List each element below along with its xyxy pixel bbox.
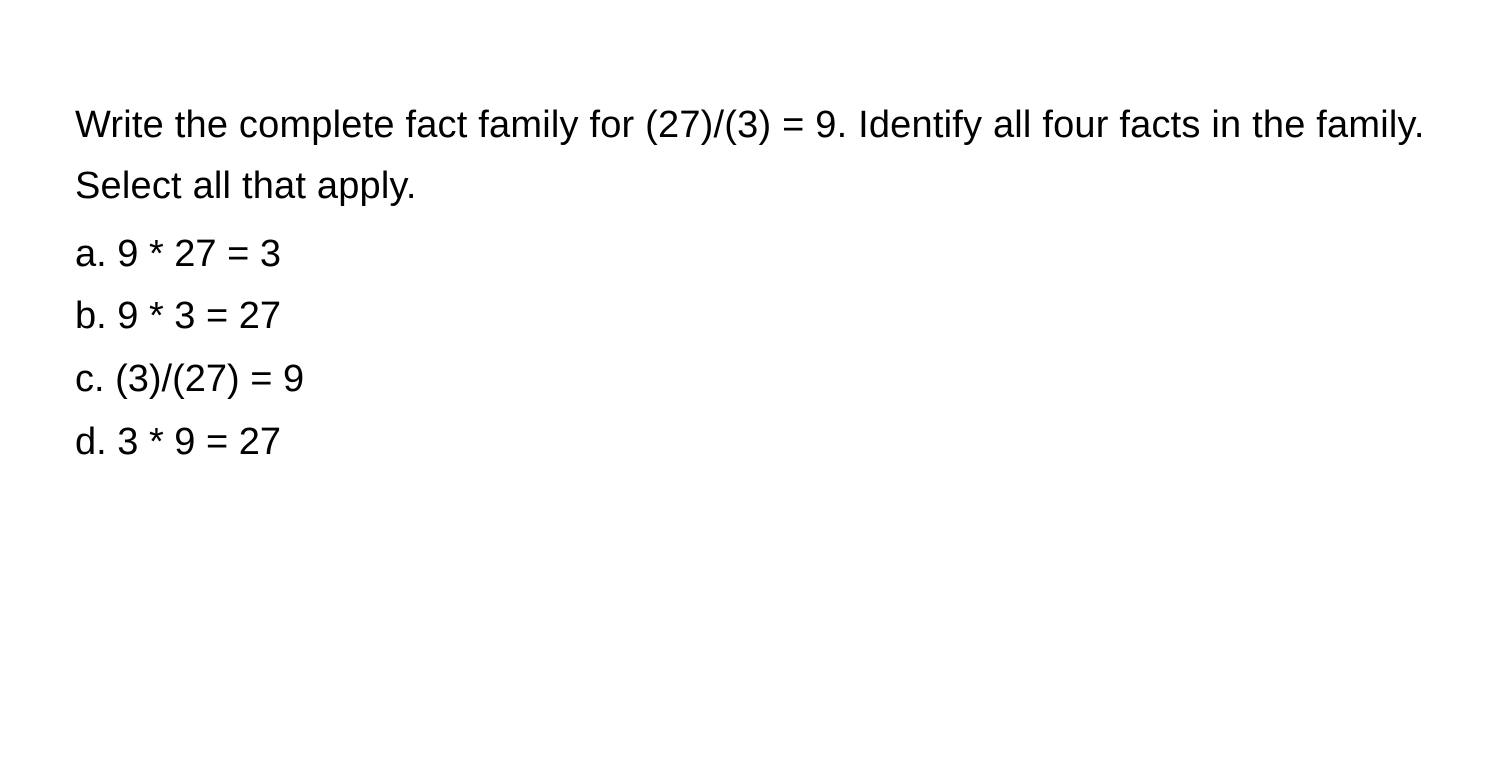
question-prompt: Write the complete fact family for (27)/…: [75, 95, 1425, 217]
options-list: a. 9 * 27 = 3 b. 9 * 3 = 27 c. (3)/(27) …: [75, 225, 1425, 473]
option-a[interactable]: a. 9 * 27 = 3: [75, 225, 1425, 284]
option-d[interactable]: d. 3 * 9 = 27: [75, 413, 1425, 472]
option-b[interactable]: b. 9 * 3 = 27: [75, 287, 1425, 346]
option-c[interactable]: c. (3)/(27) = 9: [75, 350, 1425, 409]
